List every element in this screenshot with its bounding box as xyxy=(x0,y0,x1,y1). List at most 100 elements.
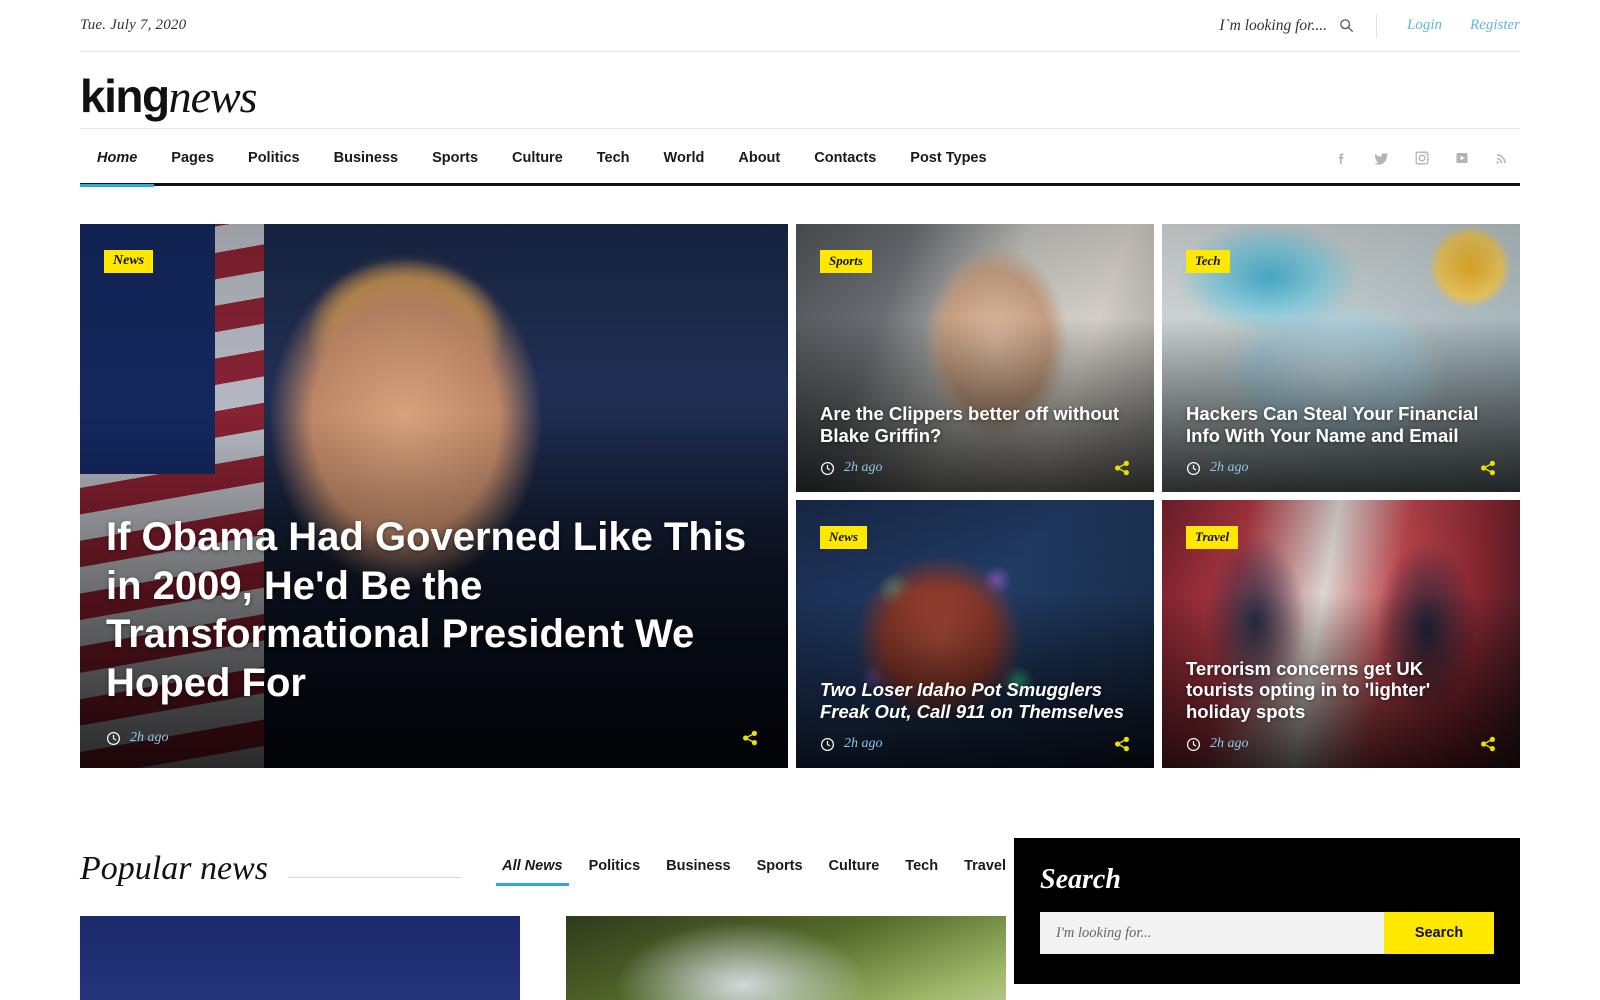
clock-icon xyxy=(1186,461,1201,476)
search-icon[interactable] xyxy=(1339,18,1354,33)
nav-link-politics[interactable]: Politics xyxy=(231,150,317,166)
instagram-icon[interactable] xyxy=(1414,150,1430,166)
nav-item-politics[interactable]: Politics xyxy=(231,129,317,187)
tab-label[interactable]: Business xyxy=(666,858,730,874)
nav-item-contacts[interactable]: Contacts xyxy=(797,129,893,187)
hero-main-meta: 2h ago xyxy=(106,730,758,746)
nav-item-business[interactable]: Business xyxy=(317,129,415,187)
hero-main-title[interactable]: If Obama Had Governed Like This in 2009,… xyxy=(106,513,758,708)
nav-link-pages[interactable]: Pages xyxy=(154,150,231,166)
hero-main-body: If Obama Had Governed Like This in 2009,… xyxy=(106,513,758,746)
category-badge[interactable]: News xyxy=(104,250,154,273)
login-link[interactable]: Login xyxy=(1407,17,1442,34)
hero-card-news[interactable]: News Two Loser Idaho Pot Smugglers Freak… xyxy=(796,500,1154,768)
auth-links: Login Register xyxy=(1377,17,1520,34)
tab-culture[interactable]: Culture xyxy=(829,857,880,886)
nav-link-sports[interactable]: Sports xyxy=(415,150,495,166)
share-icon[interactable] xyxy=(1114,460,1130,476)
nav-item-culture[interactable]: Culture xyxy=(495,129,580,187)
tab-all-news[interactable]: All News xyxy=(496,857,570,886)
tab-label[interactable]: Politics xyxy=(589,858,641,874)
nav-list: Home Pages Politics Business Sports Cult… xyxy=(80,129,1004,187)
nav-link-tech[interactable]: Tech xyxy=(580,150,647,166)
hero-card-travel[interactable]: Travel Terrorism concerns get UK tourist… xyxy=(1162,500,1520,768)
share-icon[interactable] xyxy=(1480,736,1496,752)
clock-icon xyxy=(820,461,835,476)
nav-item-world[interactable]: World xyxy=(647,129,722,187)
hero-card-sports[interactable]: Sports Are the Clippers better off witho… xyxy=(796,224,1154,492)
search-widget-title: Search xyxy=(1040,864,1121,895)
tab-label[interactable]: Culture xyxy=(829,858,880,874)
logo-part-news: news xyxy=(168,70,258,122)
logo-bar: kingnews xyxy=(80,52,1520,128)
tab-sports[interactable]: Sports xyxy=(757,857,803,886)
nav-item-post-types[interactable]: Post Types xyxy=(893,129,1003,187)
page-container: Tue. July 7, 2020 Login Register xyxy=(80,0,1520,1000)
site-logo[interactable]: kingnews xyxy=(80,69,258,122)
category-badge[interactable]: Travel xyxy=(1186,526,1239,549)
tab-label[interactable]: Travel xyxy=(964,858,1006,874)
clock-icon xyxy=(1186,737,1201,752)
top-bar-right: Login Register xyxy=(1156,0,1520,52)
tab-label[interactable]: All News xyxy=(502,858,562,874)
timestamp: 2h ago xyxy=(1210,460,1249,475)
nav-item-about[interactable]: About xyxy=(721,129,797,187)
rss-icon[interactable] xyxy=(1494,150,1510,166)
hero-card-tech[interactable]: Tech Hackers Can Steal Your Financial In… xyxy=(1162,224,1520,492)
nav-link-home[interactable]: Home xyxy=(80,150,154,166)
share-icon[interactable] xyxy=(1480,460,1496,476)
popular-header: Popular news All News Politics Business … xyxy=(80,838,1006,886)
popular-article-thumbnail[interactable] xyxy=(566,916,1006,1000)
popular-articles-grid xyxy=(80,916,1006,1000)
page-root: Tue. July 7, 2020 Login Register xyxy=(0,0,1600,1000)
popular-tabs: All News Politics Business Sports Cultur… xyxy=(476,857,1006,886)
top-search[interactable] xyxy=(1156,16,1376,35)
nav-link-world[interactable]: World xyxy=(647,150,722,166)
nav-item-home[interactable]: Home xyxy=(80,129,155,187)
nav-link-about[interactable]: About xyxy=(721,150,797,166)
category-badge[interactable]: Tech xyxy=(1186,250,1230,273)
sidebar-column: Search Search xyxy=(1014,838,1520,1000)
hero-card-title[interactable]: Two Loser Idaho Pot Smugglers Freak Out,… xyxy=(820,679,1130,722)
clock-icon xyxy=(820,737,835,752)
tab-label[interactable]: Sports xyxy=(757,858,803,874)
nav-link-business[interactable]: Business xyxy=(317,150,415,166)
tab-travel[interactable]: Travel xyxy=(964,857,1006,886)
popular-article-thumbnail[interactable] xyxy=(80,916,520,1000)
nav-link-contacts[interactable]: Contacts xyxy=(797,150,893,166)
top-bar: Tue. July 7, 2020 Login Register xyxy=(80,0,1520,52)
facebook-icon[interactable] xyxy=(1333,150,1349,166)
twitter-icon[interactable] xyxy=(1373,150,1390,166)
search-button[interactable]: Search xyxy=(1384,912,1494,954)
tab-business[interactable]: Business xyxy=(666,857,730,886)
search-widget: Search Search xyxy=(1014,838,1520,984)
popular-main-column: Popular news All News Politics Business … xyxy=(80,838,1006,1000)
youtube-icon[interactable] xyxy=(1454,150,1470,166)
hero-card-title[interactable]: Terrorism concerns get UK tourists optin… xyxy=(1186,658,1496,722)
category-badge[interactable]: News xyxy=(820,526,867,549)
search-widget-row: Search xyxy=(1040,912,1494,954)
hero-main-card[interactable]: News If Obama Had Governed Like This in … xyxy=(80,224,788,768)
main-navigation: Home Pages Politics Business Sports Cult… xyxy=(80,128,1520,187)
popular-news-section: Popular news All News Politics Business … xyxy=(80,838,1520,1000)
hero-card-title[interactable]: Hackers Can Steal Your Financial Info Wi… xyxy=(1186,403,1496,446)
category-badge[interactable]: Sports xyxy=(820,250,872,273)
logo-part-king: king xyxy=(80,69,170,122)
nav-item-pages[interactable]: Pages xyxy=(154,129,231,187)
share-icon[interactable] xyxy=(1114,736,1130,752)
clock-icon xyxy=(106,731,121,746)
social-links xyxy=(1333,150,1520,166)
timestamp: 2h ago xyxy=(1210,736,1249,751)
hero-card-title[interactable]: Are the Clippers better off without Blak… xyxy=(820,403,1130,446)
nav-link-culture[interactable]: Culture xyxy=(495,150,580,166)
nav-item-tech[interactable]: Tech xyxy=(580,129,647,187)
tab-politics[interactable]: Politics xyxy=(589,857,641,886)
register-link[interactable]: Register xyxy=(1470,17,1520,34)
search-input[interactable] xyxy=(1040,912,1384,954)
nav-link-post-types[interactable]: Post Types xyxy=(893,150,1003,166)
tab-label[interactable]: Tech xyxy=(905,858,938,874)
top-search-input[interactable] xyxy=(1156,16,1327,35)
share-icon[interactable] xyxy=(742,730,758,746)
tab-tech[interactable]: Tech xyxy=(905,857,938,886)
nav-item-sports[interactable]: Sports xyxy=(415,129,495,187)
